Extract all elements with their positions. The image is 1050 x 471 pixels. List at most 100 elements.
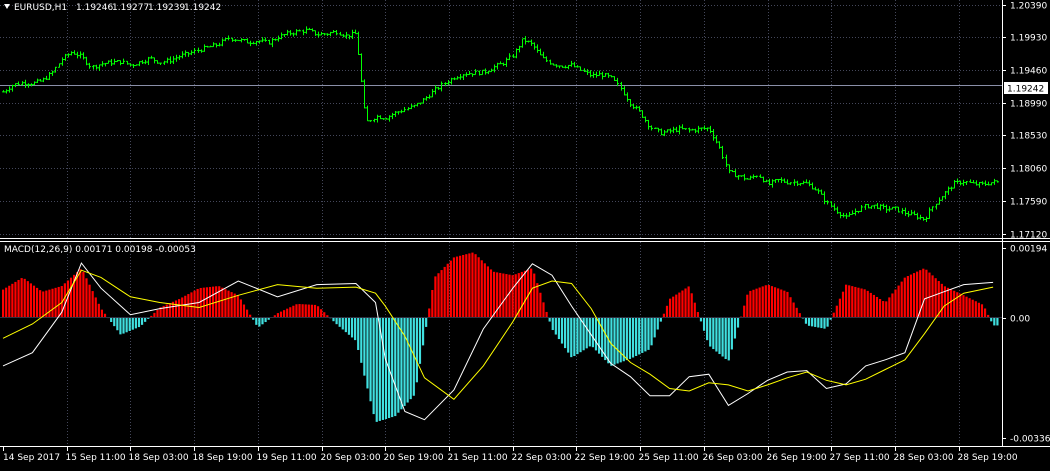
histogram-bar xyxy=(770,286,774,318)
histogram-bar xyxy=(483,263,486,318)
histogram-bar xyxy=(971,299,974,318)
histogram-bar xyxy=(350,317,354,338)
price-label: 1.18990 xyxy=(1010,100,1047,110)
histogram-bar xyxy=(841,291,845,318)
histogram-bar xyxy=(8,285,11,318)
time-axis: 14 Sep 2017 15 Sep 11:00 18 Sep 03:00 18 Se… xyxy=(3,447,1018,463)
histogram-bar xyxy=(455,256,459,318)
histogram-bar xyxy=(144,317,147,322)
histogram-bar xyxy=(576,317,579,355)
histogram-bar xyxy=(110,317,113,322)
histogram-bar xyxy=(922,268,925,318)
histogram-bar xyxy=(545,311,548,318)
histogram-bar xyxy=(635,317,638,356)
histogram-bar xyxy=(807,317,811,326)
histogram-bar xyxy=(258,317,261,327)
histogram-bar xyxy=(727,317,730,361)
histogram-bar xyxy=(733,317,737,339)
histogram-bar xyxy=(168,303,171,318)
histogram-bar xyxy=(310,304,313,318)
histogram-bar xyxy=(415,317,418,383)
histogram-bar xyxy=(425,317,428,327)
histogram-bar xyxy=(783,290,786,318)
price-label: 1.20390 xyxy=(1010,2,1047,12)
histogram-bar xyxy=(814,317,817,327)
histogram-bar xyxy=(242,304,246,318)
histogram-bar xyxy=(69,277,73,318)
histogram-bar xyxy=(354,317,357,341)
histogram-bar xyxy=(530,268,533,318)
macd-indicator-label: MACD(12,26,9) 0.00171 0.00198 -0.00053 xyxy=(4,245,196,255)
time-label: 27 Sep 11:00 xyxy=(830,453,890,463)
histogram-bar xyxy=(261,317,264,325)
histogram-bar xyxy=(539,292,542,318)
histogram-bar xyxy=(662,313,666,318)
histogram-bar xyxy=(687,286,690,318)
histogram-bar xyxy=(465,254,468,318)
histogram-bar xyxy=(628,317,632,359)
histogram-bar xyxy=(332,317,335,322)
histogram-bar xyxy=(298,304,301,318)
histogram-bar xyxy=(996,317,999,326)
histogram-bar xyxy=(338,317,341,327)
histogram-bar xyxy=(190,292,193,318)
histogram-bar xyxy=(838,298,842,318)
histogram-bar xyxy=(851,286,854,318)
histogram-bar xyxy=(397,317,400,413)
histogram-bar xyxy=(26,281,29,318)
histogram-bar xyxy=(721,317,724,357)
histogram-bar xyxy=(39,290,42,318)
histogram-bar xyxy=(665,305,669,318)
eurusd-h1-chart[interactable]: 1.20390 1.19930 1.19460 1.18990 1.18530 1.180… xyxy=(0,0,1050,471)
histogram-bar xyxy=(554,317,557,335)
histogram-bar xyxy=(156,309,159,318)
dropdown-triangle-icon[interactable] xyxy=(4,4,10,9)
histogram-bar xyxy=(792,302,795,318)
histogram-bar xyxy=(486,266,490,318)
histogram-bar xyxy=(668,298,672,318)
histogram-bar xyxy=(313,304,317,318)
histogram-bar xyxy=(684,288,687,318)
histogram-bar xyxy=(903,277,906,318)
histogram-bar xyxy=(656,317,659,330)
histogram-bar xyxy=(499,272,502,318)
histogram-bar xyxy=(406,317,409,403)
histogram-bar xyxy=(709,317,712,347)
histogram-bar xyxy=(826,317,829,327)
histogram-bar xyxy=(91,291,94,318)
histogram-bar xyxy=(675,294,678,318)
histogram-bar xyxy=(341,317,344,330)
histogram-bar xyxy=(202,287,205,318)
histogram-bar xyxy=(239,299,242,318)
histogram-bar xyxy=(230,292,233,318)
histogram-bar xyxy=(560,317,564,344)
time-label: 21 Sep 11:00 xyxy=(448,453,508,463)
histogram-bar xyxy=(863,289,866,318)
histogram-bar xyxy=(551,317,554,331)
histogram-bar xyxy=(320,309,323,318)
histogram-bar xyxy=(323,312,326,318)
histogram-bar xyxy=(730,317,733,350)
histogram-bar xyxy=(276,313,280,318)
histogram-bar xyxy=(227,290,230,318)
histogram-bar xyxy=(301,304,304,318)
histogram-bar xyxy=(761,286,764,318)
histogram-bar xyxy=(178,299,181,318)
histogram-bar xyxy=(63,283,66,318)
histogram-bar xyxy=(798,313,801,318)
histogram-bar xyxy=(962,295,965,318)
histogram-bar xyxy=(286,308,289,318)
histogram-bar xyxy=(777,288,780,318)
histogram-bar xyxy=(165,304,168,318)
histogram-bar xyxy=(968,298,971,318)
histogram-bar xyxy=(916,271,919,318)
metatrader-chart-window[interactable]: 1.20390 1.19930 1.19460 1.18990 1.18530 1.180… xyxy=(0,0,1050,471)
histogram-bar xyxy=(292,305,295,318)
histogram-bar xyxy=(625,317,628,361)
histogram-bar xyxy=(32,285,36,318)
histogram-bar xyxy=(860,288,863,318)
histogram-bar xyxy=(279,311,283,318)
histogram-bar xyxy=(956,292,959,318)
histogram-bar xyxy=(205,287,209,318)
histogram-bar xyxy=(394,317,397,417)
